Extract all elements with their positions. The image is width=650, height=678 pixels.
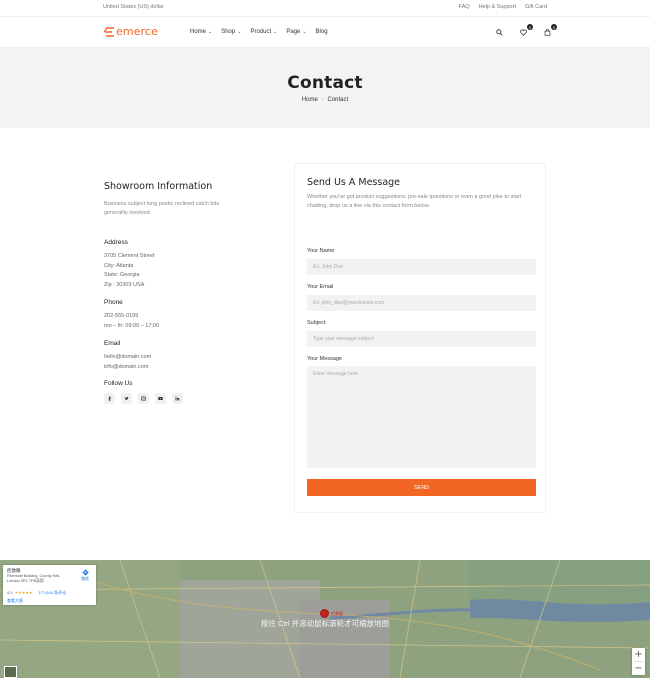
zoom-in-button[interactable]: + (632, 648, 645, 661)
map-layer-thumbnail[interactable] (4, 666, 17, 678)
contact-form: Send Us A Message Whether you've got pro… (307, 177, 536, 496)
nav-item-page[interactable]: Page ⌄ (286, 29, 306, 35)
top-links: FAQ Help & Support Gift Card (459, 4, 547, 10)
address-line: State: Georgia (104, 272, 140, 278)
address-line: City: Atlanta (104, 262, 134, 269)
nav-item-home[interactable]: Home ⌄ (190, 29, 212, 35)
rating-value: 4.5 (7, 590, 13, 595)
nav-label: Shop (221, 29, 236, 35)
reviews-link[interactable]: 177,644 条评论 (39, 590, 67, 596)
form-description: Whether you've got product suggestions, … (307, 194, 522, 209)
subject-label: Subject (307, 320, 326, 326)
address-line: 3705 Clement Street (104, 253, 155, 259)
main-header: emerce Home ⌄ Shop ⌄ Product ⌄ Page ⌄ Blog 0… (0, 17, 650, 48)
gift-card-link[interactable]: Gift Card (525, 4, 547, 10)
breadcrumb: Home › Contact (0, 97, 650, 103)
opening-hours: mo – fri: 09:00 – 17:00 (104, 322, 160, 329)
cart-button[interactable]: 0 (542, 24, 557, 37)
logo-text: emerce (116, 25, 158, 38)
nav-label: Home (190, 29, 207, 35)
place-rating: 4.5 ★★★★★ 177,644 条评论 (7, 590, 66, 596)
directions-label: 路线 (81, 577, 89, 581)
wishlist-button[interactable]: 0 (518, 24, 533, 37)
contact-form-card: Send Us A Message Whether you've got pro… (294, 163, 546, 513)
heart-icon (519, 29, 527, 36)
message-label: Your Message (307, 356, 342, 362)
address-heading: Address (104, 239, 128, 246)
twitter-icon[interactable] (121, 393, 132, 404)
place-info-card: 伦敦眼 Riverside Building, County Hall, Lon… (3, 565, 96, 605)
email-link[interactable]: hello@domain.com (104, 353, 264, 363)
message-textarea[interactable]: Enter message here. (307, 366, 536, 468)
instagram-icon[interactable] (138, 393, 149, 404)
subject-field[interactable]: Type your message subject (307, 331, 536, 347)
nav-item-shop[interactable]: Shop ⌄ (221, 29, 241, 35)
directions-button[interactable]: 路线 (79, 569, 91, 582)
youtube-icon[interactable] (155, 393, 166, 404)
email-field[interactable]: Ex: john_doe@yourdomain.com (307, 295, 536, 311)
currency-selector[interactable]: United States (US) dollar (103, 4, 164, 10)
name-label: Your Name (307, 248, 335, 254)
chevron-down-icon: ⌄ (273, 29, 278, 35)
help-support-link[interactable]: Help & Support (479, 4, 516, 10)
breadcrumb-current: Contact (327, 97, 349, 103)
main-nav: Home ⌄ Shop ⌄ Product ⌄ Page ⌄ Blog (190, 29, 328, 35)
directions-icon (81, 569, 89, 576)
logo-mark-icon (103, 26, 114, 37)
nav-item-product[interactable]: Product ⌄ (250, 29, 277, 35)
breadcrumb-home-link[interactable]: Home (302, 97, 318, 103)
follow-heading: Follow Us (104, 380, 133, 387)
email-label: Your Email (307, 284, 334, 290)
map-zoom-controls: + − (632, 648, 645, 675)
phone-block: 202-555-0199 mo – fri: 09:00 – 17:00 (104, 312, 264, 331)
map-pin-icon[interactable] (320, 609, 329, 618)
map-pin-label: 伦敦眼 (331, 611, 343, 616)
page-hero: Contact Home › Contact (0, 48, 650, 128)
faq-link[interactable]: FAQ (459, 4, 470, 10)
page-title: Contact (287, 73, 363, 93)
email-heading: Email (104, 340, 121, 347)
linkedin-icon[interactable] (172, 393, 183, 404)
header-icons: 0 0 (494, 24, 557, 37)
showroom-info: Showroom Information Business subject lo… (104, 181, 264, 404)
zoom-out-button[interactable]: − (632, 662, 645, 675)
nav-label: Page (286, 29, 301, 35)
map-scroll-hint: 按住 Ctrl 并滚动鼠标滚轮才可缩放地图 (260, 619, 390, 628)
phone-heading: Phone (104, 299, 123, 306)
wishlist-count-badge: 0 (527, 24, 533, 30)
email-link[interactable]: info@domain.com (104, 363, 264, 373)
phone-number[interactable]: 202-555-0199 (104, 312, 264, 322)
chevron-down-icon: ⌄ (302, 29, 307, 35)
map-embed[interactable]: 伦敦眼 按住 Ctrl 并滚动鼠标滚轮才可缩放地图 伦敦眼 Riverside … (0, 560, 650, 678)
address-line: Zip : 30303 USA (104, 281, 145, 288)
larger-map-link[interactable]: 查看大图 (7, 598, 23, 604)
name-field[interactable]: Ex: John Doe (307, 259, 536, 275)
chevron-down-icon: ⌄ (237, 29, 242, 35)
form-title: Send Us A Message (307, 177, 401, 188)
chevron-right-icon: › (321, 97, 324, 103)
nav-label: Product (250, 29, 272, 35)
bag-icon (544, 28, 550, 36)
facebook-icon[interactable] (104, 393, 115, 404)
showroom-title: Showroom Information (104, 181, 213, 192)
place-address: Riverside Building, County Hall, London … (7, 574, 61, 583)
search-icon[interactable] (494, 27, 504, 37)
star-rating-icon: ★★★★★ (14, 590, 33, 595)
cart-count-badge: 0 (551, 24, 557, 30)
address-block: 3705 Clement Street City: Atlanta State:… (104, 252, 264, 290)
nav-item-blog[interactable]: Blog (316, 29, 328, 35)
send-button[interactable]: SEND (307, 479, 536, 496)
top-bar: United States (US) dollar FAQ Help & Sup… (0, 0, 650, 17)
nav-label: Blog (315, 29, 328, 35)
showroom-description: Business subject long poetic reclined ca… (104, 201, 219, 216)
chevron-down-icon: ⌄ (208, 29, 213, 35)
social-links (104, 393, 264, 404)
email-block: hello@domain.com info@domain.com (104, 353, 264, 372)
logo[interactable]: emerce (103, 25, 158, 38)
